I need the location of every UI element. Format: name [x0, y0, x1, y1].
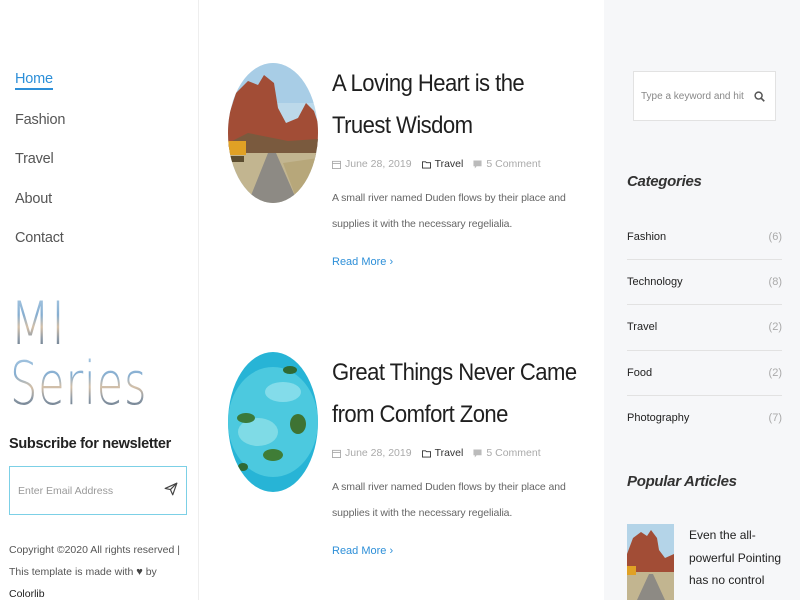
nav-link-contact[interactable]: Contact	[15, 228, 64, 248]
read-more-label: Read More	[332, 256, 387, 268]
right-sidebar: Categories Fashion (6) Technology (8) Trav…	[604, 0, 800, 600]
logo-line-2: Series	[10, 349, 148, 419]
category-item[interactable]: Technology (8)	[627, 260, 782, 306]
category-item[interactable]: Food (2)	[627, 351, 782, 396]
newsletter-email-input[interactable]	[10, 484, 155, 497]
folder-icon	[421, 160, 431, 169]
category-count: (8)	[768, 276, 782, 289]
category-name: Fashion	[627, 231, 667, 244]
read-more-label: Read More	[332, 545, 387, 557]
category-item[interactable]: Travel (2)	[627, 305, 782, 351]
newsletter-form	[9, 466, 187, 515]
post-image-desert-canyon[interactable]	[228, 63, 318, 203]
category-name: Photography	[627, 412, 690, 425]
nav-item-travel: Travel	[15, 149, 65, 189]
popular-articles-heading: Popular Articles	[627, 473, 737, 490]
post-category[interactable]: Travel	[435, 447, 464, 459]
folder-icon	[421, 449, 431, 458]
search-icon[interactable]	[754, 91, 765, 102]
post-title[interactable]: A Loving Heart is the Truest Wisdom	[332, 63, 580, 147]
left-sidebar: Home Fashion Travel About Contact MI Ser…	[0, 0, 199, 600]
post-body: Great Things Never Came from Comfort Zon…	[332, 352, 582, 559]
post-excerpt: A small river named Duden flows by their…	[332, 481, 566, 519]
post-meta: June 28, 2019 Travel 5 Comment	[332, 446, 582, 460]
category-item[interactable]: Photography (7)	[627, 396, 782, 441]
chevron-right-icon: ›	[389, 545, 394, 557]
nav-item-contact: Contact	[15, 228, 65, 268]
post-excerpt: A small river named Duden flows by their…	[332, 192, 566, 230]
post-comments[interactable]: 5 Comment	[486, 158, 540, 170]
popular-article-image[interactable]	[627, 524, 674, 600]
category-item[interactable]: Fashion (6)	[627, 215, 782, 261]
search-box	[633, 71, 776, 121]
calendar-icon	[332, 160, 341, 169]
comment-icon	[473, 448, 482, 458]
read-more-link[interactable]: Read More ›	[332, 256, 393, 268]
category-name: Travel	[627, 321, 658, 334]
nav-item-about: About	[15, 189, 65, 229]
popular-article-item[interactable]: Even the all-powerful Pointing has no co…	[627, 524, 787, 600]
comment-icon	[473, 159, 482, 169]
category-name: Technology	[627, 276, 683, 289]
category-name: Food	[627, 366, 653, 379]
nav-link-about[interactable]: About	[15, 189, 52, 209]
copyright-text: Copyright ©2020 All rights reserved | Th…	[9, 539, 189, 600]
heart-icon: ♥	[136, 566, 143, 578]
post-title[interactable]: Great Things Never Came from Comfort Zon…	[332, 352, 580, 436]
post-meta: June 28, 2019 Travel 5 Comment	[332, 157, 582, 171]
read-more-link[interactable]: Read More ›	[332, 545, 393, 557]
post-category[interactable]: Travel	[435, 158, 464, 170]
category-count: (2)	[768, 321, 782, 334]
category-count: (7)	[768, 412, 782, 425]
nav-item-home: Home	[15, 70, 65, 110]
colorlib-link[interactable]: Colorlib	[9, 588, 45, 600]
main-nav: Home Fashion Travel About Contact	[15, 70, 65, 268]
nav-link-home[interactable]: Home	[15, 70, 53, 90]
post-body: A Loving Heart is the Truest Wisdom June…	[332, 63, 582, 270]
post-date[interactable]: June 28, 2019	[345, 158, 412, 170]
post-image-tropical-islands[interactable]	[228, 352, 318, 492]
categories-heading: Categories	[627, 173, 702, 190]
logo-line-1: MI	[10, 289, 66, 359]
chevron-right-icon: ›	[389, 256, 394, 268]
calendar-icon	[332, 449, 341, 458]
popular-article-title[interactable]: Even the all-powerful Pointing has no co…	[689, 524, 789, 592]
site-logo[interactable]: MI Series	[10, 294, 150, 418]
paper-plane-icon[interactable]	[164, 482, 178, 496]
post-comments[interactable]: 5 Comment	[486, 447, 540, 459]
nav-item-fashion: Fashion	[15, 110, 65, 150]
post-date[interactable]: June 28, 2019	[345, 447, 412, 459]
newsletter-title: Subscribe for newsletter	[9, 436, 172, 452]
copyright-by: by	[145, 566, 157, 578]
nav-link-fashion[interactable]: Fashion	[15, 110, 65, 130]
category-count: (6)	[768, 231, 782, 244]
category-list: Fashion (6) Technology (8) Travel (2) Food (…	[627, 215, 782, 441]
search-input[interactable]	[634, 90, 744, 102]
category-count: (2)	[768, 366, 782, 379]
nav-link-travel[interactable]: Travel	[15, 149, 54, 169]
